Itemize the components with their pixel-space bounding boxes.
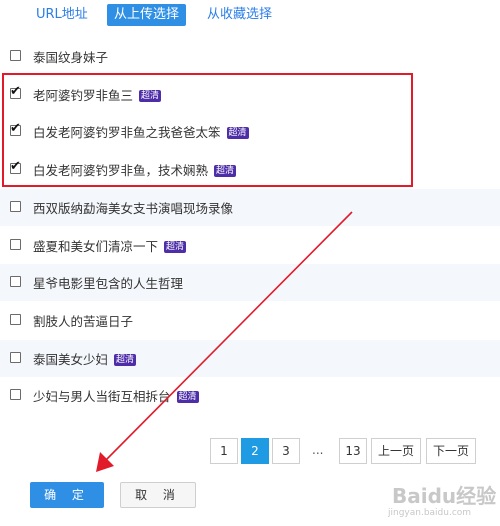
watermark: Baidu经验 jingyan.baidu.com [360, 470, 500, 526]
tab-url[interactable]: URL地址 [36, 4, 88, 26]
list-item[interactable]: ✔ 星爷电影里包含的人生哲理 [0, 264, 500, 301]
page-3-button[interactable]: 3 [272, 438, 300, 464]
page-1-button[interactable]: 1 [210, 438, 238, 464]
watermark-logo: Baidu经验 [392, 484, 497, 508]
checkbox[interactable]: ✔ [10, 239, 21, 250]
pagination-ellipsis: ... [312, 443, 324, 457]
video-title: 割肢人的苦逼日子 [33, 314, 134, 329]
check-icon: ✔ [10, 84, 21, 99]
checkbox[interactable]: ✔ [10, 50, 21, 61]
cancel-button[interactable]: 取 消 [120, 482, 196, 508]
video-title: 盛夏和美女们清凉一下 超清 [33, 239, 187, 254]
tab-favorites[interactable]: 从收藏选择 [207, 4, 272, 26]
page-2-button[interactable]: 2 [241, 438, 269, 464]
next-page-button[interactable]: 下一页 [426, 438, 476, 464]
pagination: 1 2 3 ... 13 上一页 下一页 [0, 438, 500, 464]
list-item[interactable]: ✔ 泰国美女少妇超清 [0, 340, 500, 377]
hd-badge: 超清 [139, 89, 162, 102]
list-item[interactable]: ✔ 割肢人的苦逼日子 [0, 302, 500, 339]
tab-bar: URL地址 从上传选择 从收藏选择 [0, 0, 500, 30]
list-item[interactable]: ✔ 泰国纹身妹子 [0, 38, 500, 75]
prev-page-button[interactable]: 上一页 [371, 438, 421, 464]
video-title: 白发老阿婆钓罗非鱼之我爸爸太笨 超清 [33, 125, 249, 140]
video-title: 泰国美女少妇 超清 [33, 352, 137, 367]
checkbox[interactable]: ✔ [10, 121, 21, 136]
hd-badge: 超清 [214, 164, 237, 177]
checkbox[interactable]: ✔ [10, 389, 21, 400]
video-title: 白发老阿婆钓罗非鱼，技术娴熟 超清 [33, 163, 237, 178]
page-13-button[interactable]: 13 [339, 438, 367, 464]
video-title: 泰国纹身妹子 [33, 50, 109, 65]
checkbox[interactable]: ✔ [10, 84, 21, 99]
check-icon: ✔ [10, 159, 21, 174]
list-item[interactable]: ✔ 老阿婆钓罗非鱼三 超清 [0, 76, 500, 113]
list-item[interactable]: ✔ 少妇与男人当街互相拆台超清 [0, 377, 500, 414]
video-title: 星爷电影里包含的人生哲理 [33, 276, 184, 291]
hd-badge: 超清 [176, 390, 199, 403]
checkbox[interactable]: ✔ [10, 159, 21, 174]
hd-badge: 超清 [226, 126, 249, 139]
video-title: 老阿婆钓罗非鱼三 超清 [33, 88, 162, 103]
list-item[interactable]: ✔ 白发老阿婆钓罗非鱼，技术娴熟 超清 [0, 151, 500, 188]
video-title: 少妇与男人当街互相拆台 超清 [33, 389, 199, 404]
checkbox[interactable]: ✔ [10, 314, 21, 325]
checkbox[interactable]: ✔ [10, 276, 21, 287]
check-icon: ✔ [10, 121, 21, 136]
watermark-url: jingyan.baidu.com [388, 508, 472, 518]
hd-badge: 超清 [164, 240, 187, 253]
list-item[interactable]: ✔ 西双版纳勐海美女支书演唱现场录像 [0, 189, 500, 226]
tab-upload[interactable]: 从上传选择 [107, 4, 187, 26]
hd-badge: 超清 [114, 353, 137, 366]
checkbox[interactable]: ✔ [10, 201, 21, 212]
confirm-button[interactable]: 确 定 [30, 482, 104, 508]
video-title: 西双版纳勐海美女支书演唱现场录像 [33, 201, 234, 216]
list-item[interactable]: ✔ 白发老阿婆钓罗非鱼之我爸爸太笨 超清 [0, 113, 500, 150]
checkbox[interactable]: ✔ [10, 352, 21, 363]
list-item[interactable]: ✔ 盛夏和美女们清凉一下超清 [0, 227, 500, 264]
